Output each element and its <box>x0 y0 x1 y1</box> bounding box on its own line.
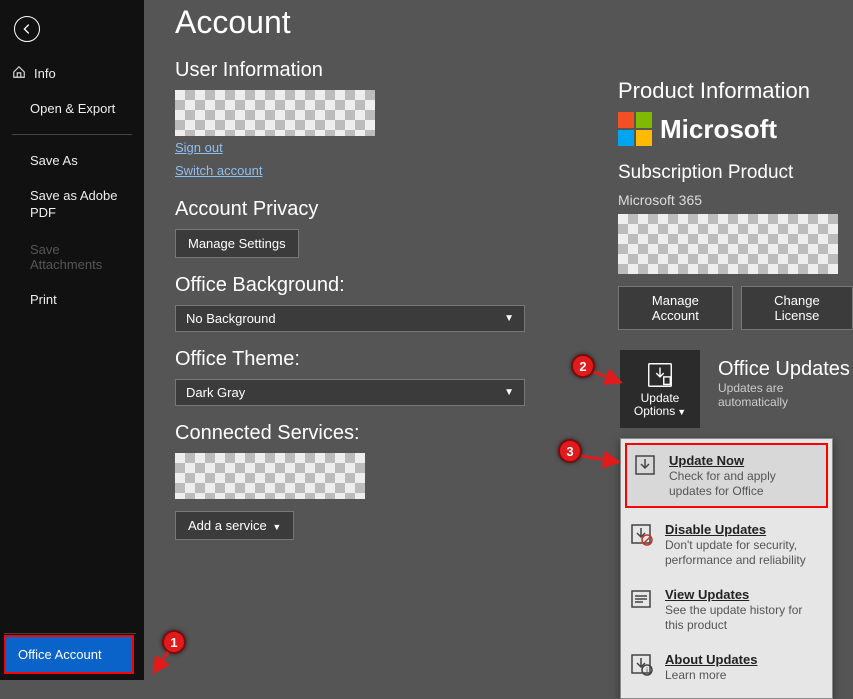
menu-title: View Updates <box>665 587 824 602</box>
sidebar-item-attachments: Save Attachments <box>0 232 144 282</box>
menu-item-view-updates[interactable]: View Updates See the update history for … <box>621 577 832 642</box>
annotation-arrow-1 <box>150 650 174 683</box>
privacy-heading: Account Privacy <box>175 198 535 221</box>
menu-item-disable-updates[interactable]: Disable Updates Don't update for securit… <box>621 512 832 577</box>
sidebar-label: Save as Adobe PDF <box>30 188 117 220</box>
microsoft-logo: Microsoft <box>618 112 853 146</box>
sidebar-label: Print <box>30 292 57 307</box>
menu-title: Disable Updates <box>665 522 824 537</box>
chevron-down-icon: ▼ <box>677 407 686 417</box>
menu-item-update-now[interactable]: Update Now Check for and apply updates f… <box>625 443 828 508</box>
theme-select[interactable]: Dark Gray ▼ <box>175 379 525 406</box>
menu-title: About Updates <box>665 652 757 667</box>
update-now-icon <box>633 453 659 498</box>
update-label1: Update <box>641 391 680 405</box>
sidebar-label: Office Account <box>18 647 102 662</box>
sidebar-item-save-as[interactable]: Save As <box>0 143 144 178</box>
backstage-sidebar: Info Open & Export Save As Save as Adobe… <box>0 0 144 680</box>
menu-desc: Don't update for security, performance a… <box>665 538 806 567</box>
menu-desc: See the update history for this product <box>665 603 802 632</box>
user-info-heading: User Information <box>175 59 535 82</box>
page-title: Account <box>175 4 853 41</box>
microsoft-word: Microsoft <box>660 114 777 145</box>
subscription-placeholder <box>618 214 838 274</box>
change-license-button[interactable]: Change License <box>741 286 853 330</box>
annotation-badge-3: 3 <box>558 439 582 463</box>
theme-value: Dark Gray <box>186 385 245 400</box>
manage-settings-button[interactable]: Manage Settings <box>175 229 299 258</box>
sidebar-bottom-divider <box>4 633 136 634</box>
theme-heading: Office Theme: <box>175 348 535 371</box>
manage-account-button[interactable]: Manage Account <box>618 286 733 330</box>
product-heading: Product Information <box>618 78 853 104</box>
sidebar-label: Info <box>34 66 56 81</box>
sidebar-item-office-account[interactable]: Office Account <box>4 635 134 674</box>
annotation-badge-1: 1 <box>162 630 186 654</box>
switch-account-link[interactable]: Switch account <box>175 163 262 178</box>
update-download-icon <box>645 360 675 390</box>
about-updates-icon: i <box>629 652 655 682</box>
right-column: Product Information Microsoft Subscripti… <box>618 74 853 348</box>
add-service-button[interactable]: Add a service ▼ <box>175 511 294 540</box>
services-heading: Connected Services: <box>175 422 535 445</box>
background-value: No Background <box>186 311 276 326</box>
sidebar-label: Save As <box>30 153 78 168</box>
background-select[interactable]: No Background ▼ <box>175 305 525 332</box>
sign-out-link[interactable]: Sign out <box>175 140 223 155</box>
office-updates-title: Office Updates <box>718 358 853 381</box>
subscription-heading: Subscription Product <box>618 162 853 184</box>
sidebar-item-save-pdf[interactable]: Save as Adobe PDF <box>0 178 144 232</box>
user-photo-placeholder <box>175 90 375 136</box>
home-icon <box>12 65 26 82</box>
svg-text:i: i <box>646 666 648 675</box>
update-label2: Options <box>634 404 675 418</box>
menu-item-about-updates[interactable]: i About Updates Learn more <box>621 642 832 692</box>
background-heading: Office Background: <box>175 274 535 297</box>
service-placeholder <box>175 453 365 499</box>
sidebar-divider <box>12 134 132 135</box>
menu-desc: Check for and apply updates for Office <box>669 469 776 498</box>
menu-title: Update Now <box>669 453 820 468</box>
update-options-button[interactable]: Update Options▼ <box>620 350 700 428</box>
microsoft-logo-icon <box>618 112 652 146</box>
sidebar-item-open-export[interactable]: Open & Export <box>0 91 144 126</box>
add-service-label: Add a service <box>188 518 267 533</box>
chevron-down-icon: ▼ <box>504 313 514 324</box>
update-options-menu: Update Now Check for and apply updates f… <box>620 438 833 699</box>
sidebar-item-info[interactable]: Info <box>0 56 144 91</box>
sidebar-label: Save Attachments <box>30 242 102 272</box>
view-updates-icon <box>629 587 655 632</box>
sidebar-item-print[interactable]: Print <box>0 282 144 317</box>
back-button[interactable] <box>14 16 40 42</box>
subscription-name: Microsoft 365 <box>618 192 853 208</box>
annotation-badge-2: 2 <box>571 354 595 378</box>
sidebar-label: Open & Export <box>30 101 115 116</box>
office-updates-heading-area: Office Updates Updates are automatically <box>718 358 853 409</box>
back-arrow-icon <box>20 22 34 36</box>
office-updates-caption: Updates are automatically <box>718 381 853 409</box>
disable-updates-icon <box>629 522 655 567</box>
left-column: User Information Sign out Switch account… <box>175 55 535 556</box>
chevron-down-icon: ▼ <box>272 522 281 532</box>
chevron-down-icon: ▼ <box>504 387 514 398</box>
